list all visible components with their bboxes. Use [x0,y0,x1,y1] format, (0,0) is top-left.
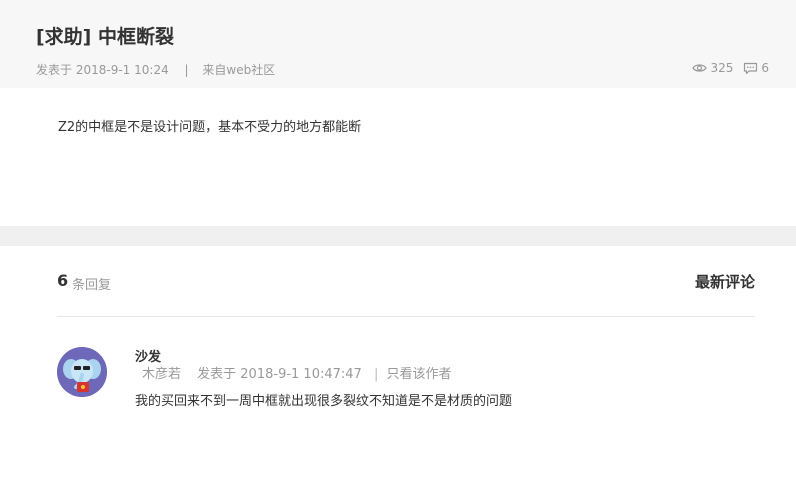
reply-unit: 条回复 [72,278,112,293]
comment-meta: 木彦若 发表于 2018-9-1 10:47:47 | 只看该作者 [142,363,452,382]
reply-count: 6 [57,271,69,290]
comments-count: 6 [761,61,769,75]
post-stats: 325 6 [692,61,769,75]
avatar-elephant-icon [57,347,107,397]
posted-time: 2018-9-1 10:24 [75,63,169,77]
sort-latest-button[interactable]: 最新评论 [695,271,755,292]
comment-meta-separator: | [373,367,379,382]
only-author-link[interactable]: 只看该作者 [387,367,452,382]
reply-header: 6 条回复 最新评论 [57,271,755,293]
eye-icon [692,64,708,72]
comment-icon [744,62,758,74]
comment-item: 沙发 木彦若 发表于 2018-9-1 10:47:47 | 只看该作者 我的买… [57,346,755,426]
post-title: [求助] 中框断裂 [36,26,174,48]
reply-divider [57,316,755,317]
post-source: 来自web社区 [202,63,276,77]
views-stat: 325 [692,61,733,75]
comments-stat[interactable]: 6 [743,61,769,75]
posted-prefix: 发表于 [36,63,73,77]
meta-separator: | [184,63,189,77]
section-divider [0,226,796,246]
post-header: [求助] 中框断裂 发表于 2018-9-1 10:24 | 来自web社区 3… [0,0,796,88]
post-meta: 发表于 2018-9-1 10:24 | 来自web社区 [36,61,275,78]
comment-time: 发表于 2018-9-1 10:47:47 [197,367,362,382]
comment-author[interactable]: 木彦若 [142,367,181,382]
comment-text: 我的买回来不到一周中框就出现很多裂纹不知道是不是材质的问题 [135,394,513,409]
avatar[interactable] [57,347,107,397]
post-body: Z2的中框是不是设计问题，基本不受力的地方都能断 [58,120,362,135]
views-count: 325 [710,61,734,75]
